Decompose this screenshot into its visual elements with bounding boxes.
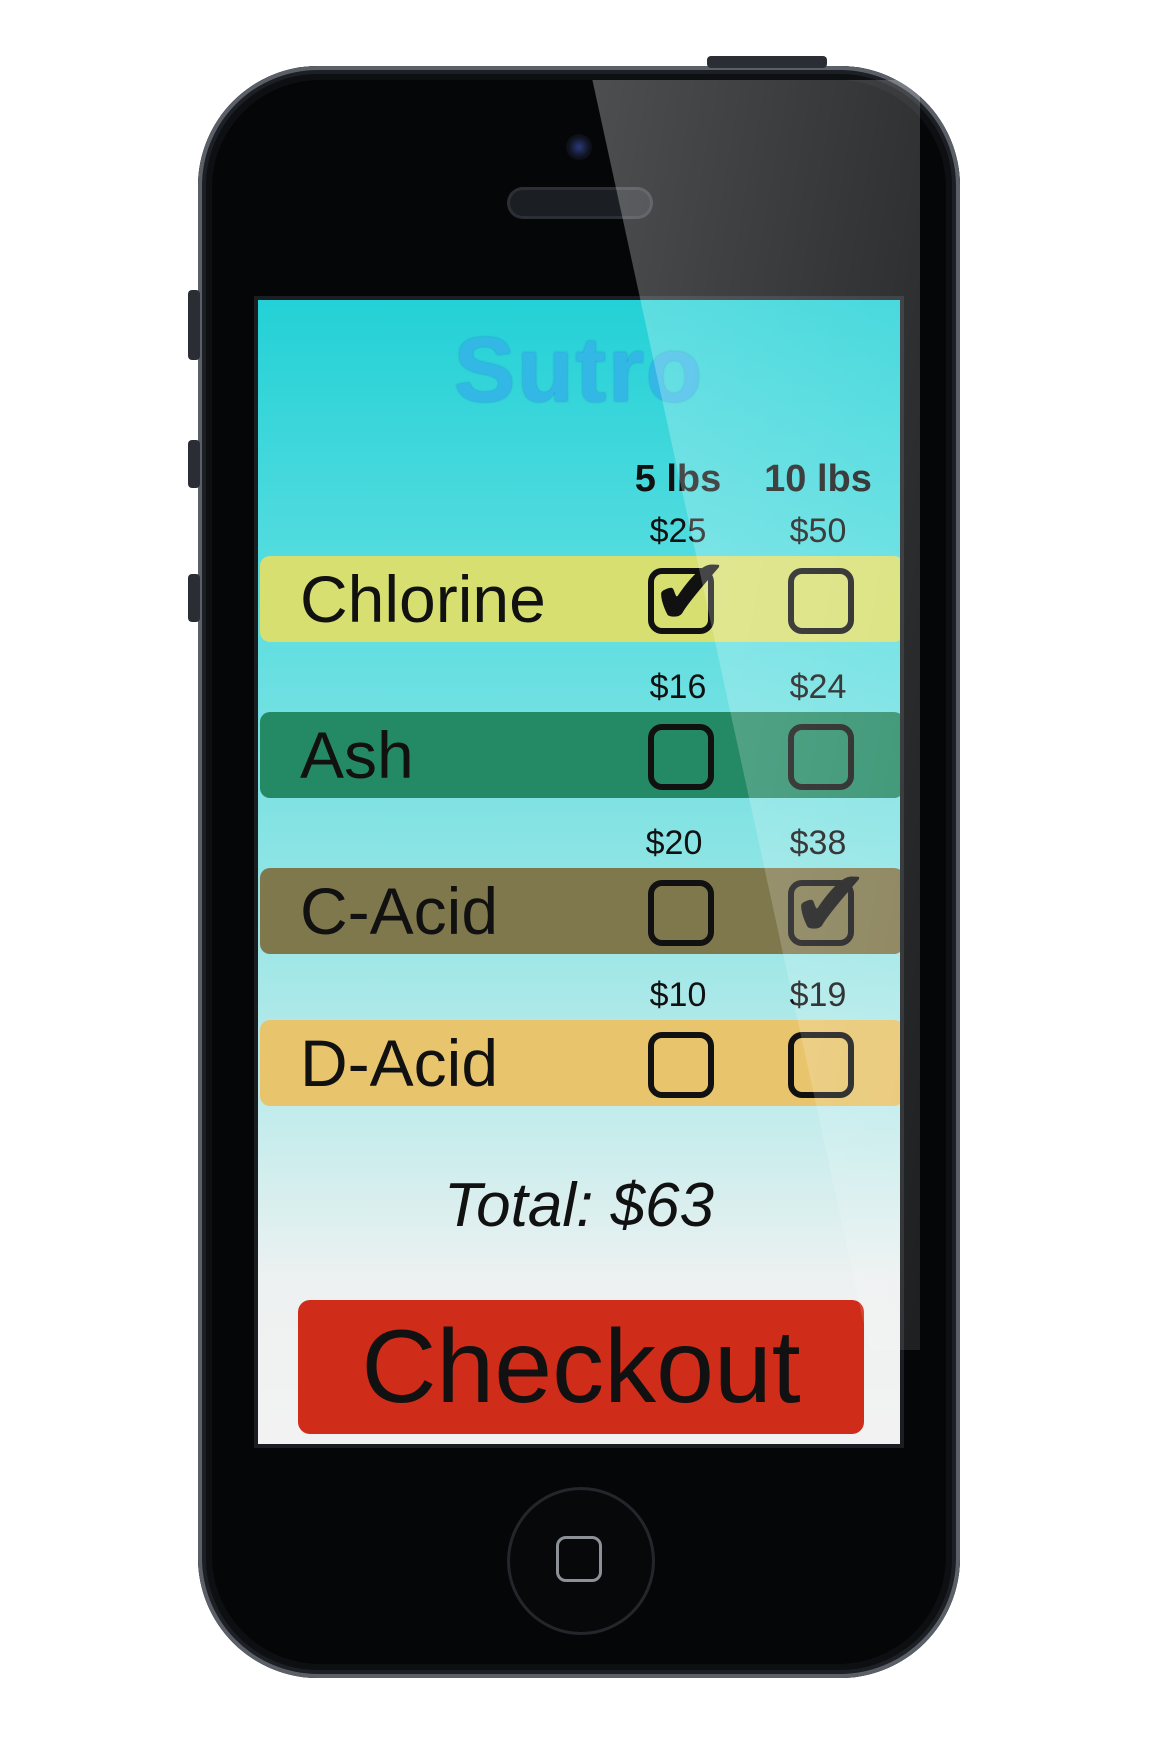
volume-switch [188, 290, 200, 360]
price-ash-10lbs: $24 [789, 668, 847, 706]
volume-up-button [188, 440, 200, 488]
order-total: Total: $63 [443, 1171, 715, 1240]
checkmark-icon: ✔ [650, 536, 731, 648]
checkbox-chlorine-10lbs[interactable] [788, 568, 854, 634]
checkbox-ash-10lbs[interactable] [788, 724, 854, 790]
column-header-10lbs: 10 lbs [764, 458, 872, 500]
product-row-chlorine: Chlorine ✔ [260, 544, 900, 642]
volume-down-button [188, 574, 200, 622]
checkbox-ash-5lbs[interactable] [648, 724, 714, 790]
checkbox-c-acid-5lbs[interactable] [648, 880, 714, 946]
app-logo: Sutro [453, 319, 705, 421]
price-d-acid-10lbs: $19 [789, 976, 847, 1014]
checkbox-d-acid-5lbs[interactable] [648, 1032, 714, 1098]
product-name: D-Acid [300, 1026, 499, 1100]
product-name: C-Acid [300, 874, 499, 948]
price-c-acid-5lbs: $20 [645, 824, 703, 862]
front-camera [566, 134, 592, 160]
price-ash-5lbs: $16 [649, 668, 707, 706]
product-row-ash: Ash [260, 712, 900, 798]
earpiece-speaker [510, 190, 650, 216]
home-square-icon [556, 1536, 602, 1582]
checkbox-c-acid-10lbs[interactable]: ✔ [788, 856, 870, 952]
checkmark-icon: ✔ [790, 848, 871, 960]
price-d-acid-5lbs: $10 [649, 976, 707, 1014]
product-row-d-acid: D-Acid [260, 1020, 900, 1106]
side-top-button [707, 56, 827, 68]
column-header-5lbs: 5 lbs [634, 458, 722, 500]
checkbox-d-acid-10lbs[interactable] [788, 1032, 854, 1098]
product-row-c-acid: C-Acid ✔ [260, 856, 900, 954]
checkbox-chlorine-5lbs[interactable]: ✔ [648, 544, 730, 640]
product-name: Chlorine [300, 562, 546, 636]
price-chlorine-10lbs: $50 [789, 512, 847, 550]
app-screen: Sutro 5 lbs 10 lbs $25 $50 Chlorine ✔ $1… [254, 296, 904, 1448]
checkout-button[interactable]: Checkout [298, 1300, 864, 1434]
product-name: Ash [300, 718, 414, 792]
